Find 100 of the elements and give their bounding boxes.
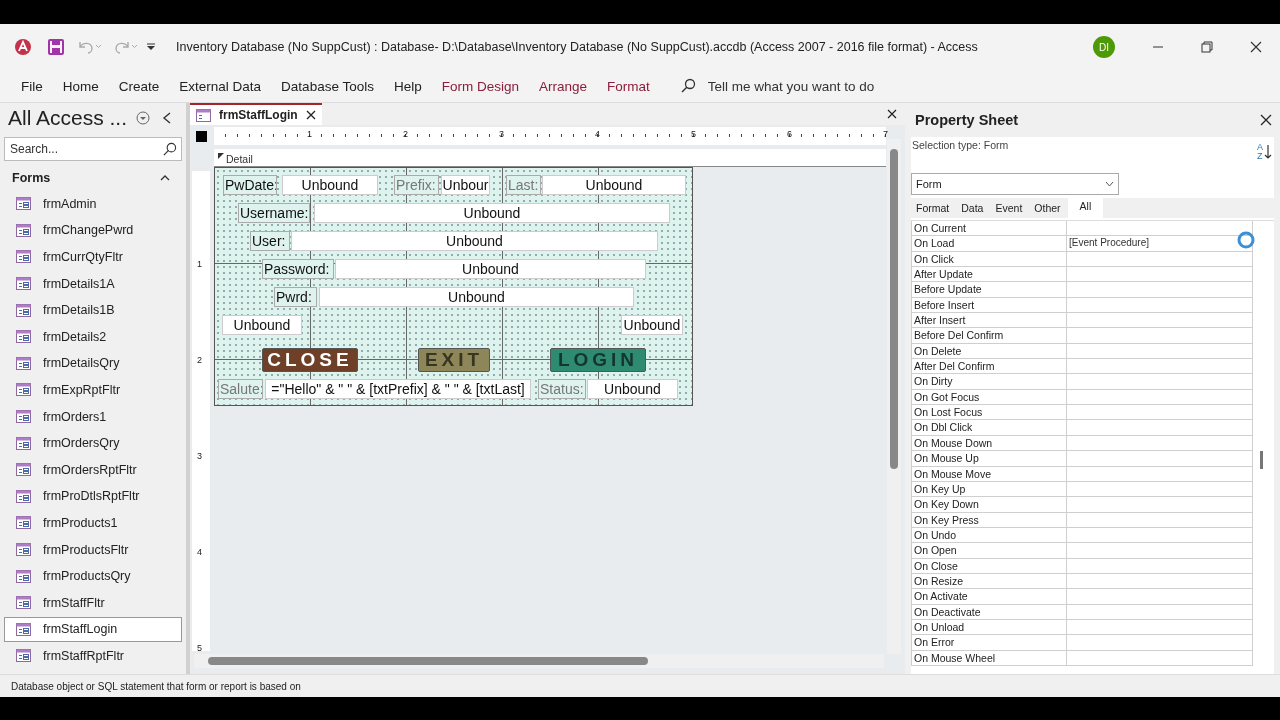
text-box: Unbound	[282, 175, 378, 195]
nav-item[interactable]: frmProductsQry	[4, 563, 182, 589]
control-label: Pwrd:	[274, 287, 317, 307]
close-icon[interactable]	[887, 109, 897, 119]
control-label: Prefix:	[394, 175, 439, 195]
property-name: After Update	[912, 267, 1067, 282]
property-value[interactable]: [Event Procedure]	[1067, 236, 1253, 251]
control-label: Status:	[538, 379, 586, 399]
nav-item[interactable]: frmProductsFltr	[4, 536, 182, 563]
property-name: On Mouse Down	[912, 435, 1067, 451]
property-name: On Activate	[912, 589, 1067, 604]
property-name: Before Del Confirm	[912, 328, 1067, 343]
property-name: Before Update	[912, 282, 1067, 297]
section-marker-icon	[218, 153, 224, 159]
property-name: On Dirty	[912, 374, 1067, 389]
property-name: On Deactivate	[912, 604, 1067, 619]
tell-me-field[interactable]: Tell me what you want to do	[707, 78, 875, 94]
text-box: Unbound	[314, 203, 670, 223]
restore-icon[interactable]	[1201, 41, 1213, 53]
dropdown-circle-icon[interactable]	[136, 111, 150, 125]
property-name: On Open	[912, 543, 1067, 558]
user-avatar[interactable]: DI	[1093, 36, 1115, 58]
nav-item[interactable]: frmProducts1	[4, 510, 182, 536]
form-icon	[196, 108, 211, 122]
collapse-pane-icon[interactable]	[162, 112, 172, 124]
ribbon-tab[interactable]: File	[21, 78, 43, 94]
search-icon[interactable]	[162, 141, 177, 157]
nav-item[interactable]: frmProDtlsRptFltr	[4, 483, 182, 510]
document-tab[interactable]: frmStaffLogin	[190, 103, 322, 125]
close-icon[interactable]	[1250, 41, 1262, 53]
ribbon-tab[interactable]: Create	[118, 78, 160, 94]
property-tab[interactable]: All	[1067, 198, 1104, 218]
form-icon	[16, 489, 31, 503]
nav-item[interactable]: frmChangePwrd	[4, 217, 182, 244]
vertical-ruler: 1 2 3 4 5	[192, 171, 210, 651]
ribbon-tab[interactable]: External Data	[179, 78, 262, 94]
text-box: Unbound	[222, 315, 302, 335]
ribbon-tab[interactable]: Home	[62, 78, 99, 94]
sort-button[interactable]: A Z	[1257, 141, 1272, 163]
ribbon-tab[interactable]: Form Design	[441, 78, 519, 94]
form-icon	[16, 383, 31, 397]
nav-item[interactable]: frmCurrQtyFltr	[4, 244, 182, 270]
property-name: On Dbl Click	[912, 420, 1067, 435]
section-bar[interactable]: Detail	[214, 149, 886, 167]
control-label: Salute:	[218, 379, 263, 399]
form-icon	[16, 596, 31, 610]
nav-item[interactable]: frmDetails1A	[4, 270, 182, 297]
nav-item[interactable]: frmOrders1	[4, 403, 182, 430]
nav-item[interactable]: frmDetails1B	[4, 297, 182, 323]
form-icon	[16, 277, 31, 291]
property-tab[interactable]: Other	[1029, 198, 1068, 218]
text-box: Unbour	[441, 175, 490, 195]
ribbon-tab[interactable]: Database Tools	[281, 78, 374, 94]
property-tab[interactable]: Data	[956, 198, 991, 218]
property-name: On Undo	[912, 527, 1067, 543]
nav-item[interactable]: frmExpRptFltr	[4, 377, 182, 403]
form-icon	[16, 356, 31, 370]
customize-toolbar-icon[interactable]	[146, 42, 156, 52]
form-icon	[16, 330, 31, 344]
property-name: On Current	[912, 221, 1067, 236]
text-box: ="Hello" & " " & [txtPrefix] & " " & [txtLast]	[265, 379, 531, 399]
nav-pane-title: All Access ...	[8, 106, 129, 130]
nav-item[interactable]: frmOrdersQry	[4, 430, 182, 456]
property-name: Before Insert	[912, 297, 1067, 313]
property-name: After Insert	[912, 313, 1067, 328]
search-field[interactable]: Search...	[4, 137, 182, 161]
ribbon-tab[interactable]: Format	[607, 78, 650, 94]
property-name: On Mouse Wheel	[912, 650, 1067, 665]
save-icon[interactable]	[48, 39, 64, 55]
collapse-group-icon[interactable]	[160, 174, 170, 182]
vertical-scrollbar[interactable]	[887, 139, 901, 654]
nav-item[interactable]: frmStaffRptFltr	[4, 643, 182, 669]
text-box: Unbound	[621, 315, 683, 335]
property-tab[interactable]: Format	[911, 198, 957, 218]
property-name: On Mouse Up	[912, 451, 1067, 466]
form-icon	[16, 250, 31, 264]
close-icon[interactable]	[1260, 114, 1272, 126]
property-name: On Got Focus	[912, 389, 1067, 405]
nav-item[interactable]: frmOrdersRptFltr	[4, 456, 182, 483]
control-label: User:	[250, 231, 290, 251]
undo-icon[interactable]	[76, 39, 102, 55]
nav-item[interactable]: frmStaffFltr	[4, 589, 182, 616]
nav-item[interactable]: frmStaffLogin	[4, 616, 182, 643]
nav-item[interactable]: frmDetails2	[4, 323, 182, 350]
redo-icon[interactable]	[112, 39, 138, 55]
form-selector[interactable]	[196, 131, 207, 142]
object-dropdown[interactable]: Form	[911, 173, 1119, 195]
panel-title: Property Sheet	[915, 112, 1019, 128]
group-header[interactable]: Forms	[12, 171, 51, 185]
property-tab[interactable]: Event	[990, 198, 1030, 218]
close-icon[interactable]	[305, 110, 316, 120]
form-button[interactable]: CLOSE	[262, 348, 358, 372]
horizontal-scrollbar[interactable]	[194, 654, 884, 668]
ribbon-tab[interactable]: Help	[393, 78, 422, 94]
form-icon	[16, 569, 31, 583]
nav-item[interactable]: frmAdmin	[4, 191, 182, 217]
property-name: On Lost Focus	[912, 405, 1067, 420]
ribbon-tab[interactable]: Arrange	[538, 78, 587, 94]
form-icon	[16, 516, 31, 530]
nav-item[interactable]: frmDetailsQry	[4, 350, 182, 377]
